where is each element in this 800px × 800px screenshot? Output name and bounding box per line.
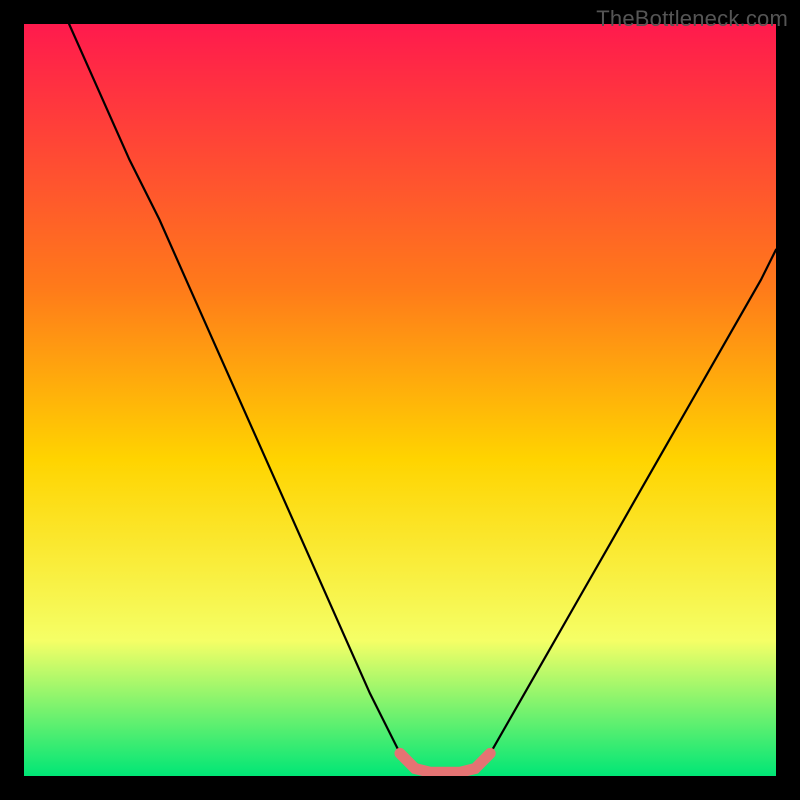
bottleneck-chart [24,24,776,776]
gradient-background [24,24,776,776]
chart-frame: TheBottleneck.com [0,0,800,800]
plot-area [24,24,776,776]
watermark-label: TheBottleneck.com [596,6,788,32]
